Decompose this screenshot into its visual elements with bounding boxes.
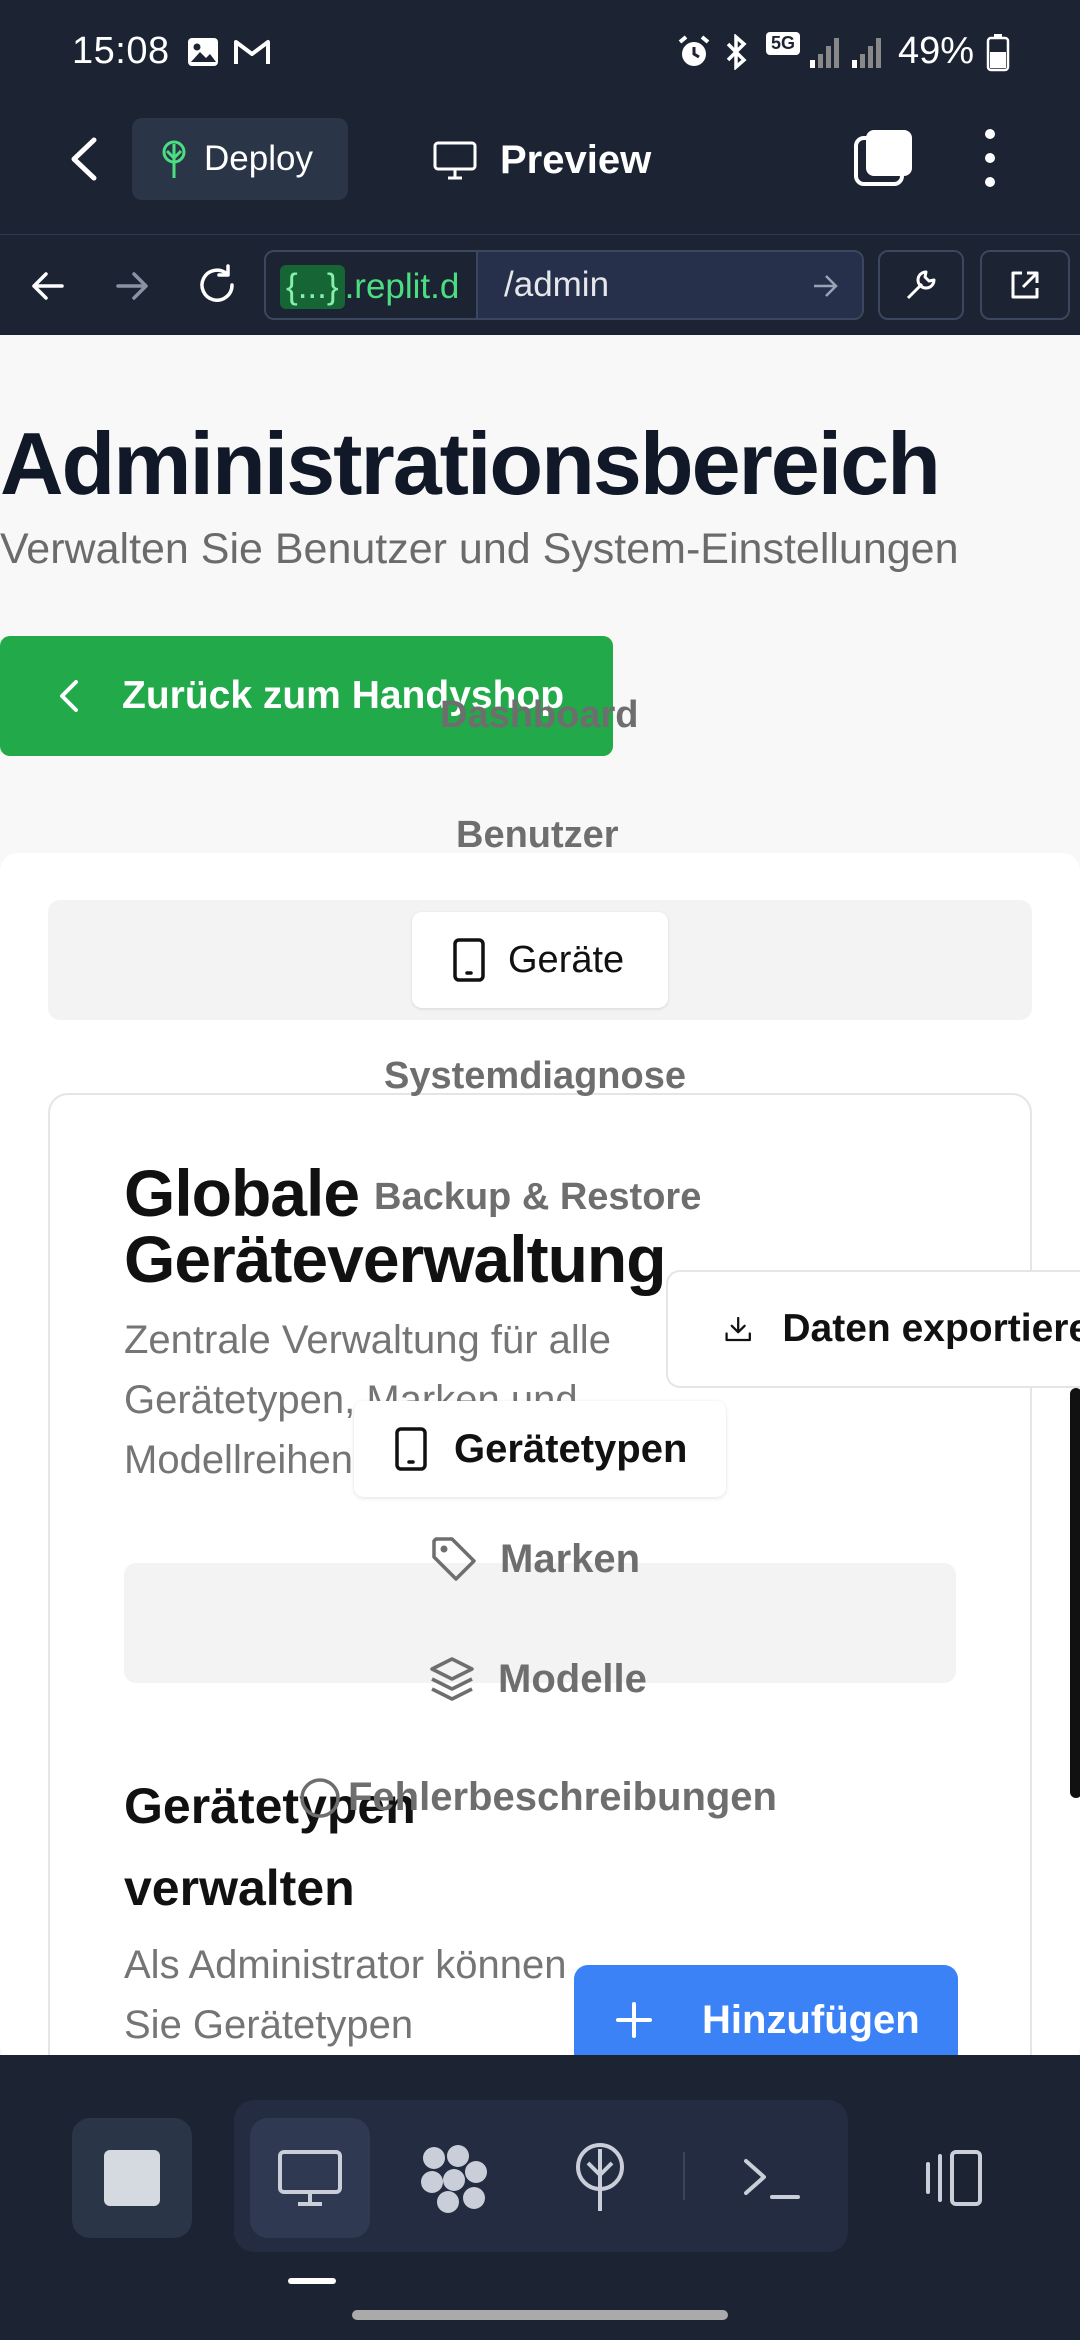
url-host: {...} .replit.d [280, 262, 480, 312]
deploy-icon [162, 140, 186, 178]
stop-icon [104, 2150, 160, 2206]
back-arrow-icon[interactable] [66, 134, 102, 184]
more-menu-icon[interactable] [980, 126, 1000, 190]
panels-tool-button[interactable] [890, 2118, 1010, 2238]
deployments-tool-button[interactable] [540, 2118, 660, 2238]
status-time: 15:08 [72, 30, 170, 72]
url-host-text: .replit.d [344, 267, 460, 306]
subtab-fehlerbeschreibungen[interactable]: Fehlerbeschreibungen [298, 1775, 777, 1820]
url-path-text: /admin [504, 265, 610, 304]
preview-tab[interactable]: Preview [432, 130, 651, 190]
alert-circle-icon [300, 1777, 340, 1818]
plus-icon [616, 2002, 652, 2038]
subtab-marken-label: Marken [500, 1536, 641, 1581]
packages-tool-button[interactable] [394, 2118, 514, 2238]
subtab-fehler-label: Fehlerbeschreibungen [348, 1775, 777, 1819]
replit-badge: {...} [280, 265, 345, 309]
url-path-input[interactable]: /admin [476, 252, 862, 318]
tag-icon [432, 1537, 476, 1581]
page-subtitle: Verwalten Sie Benutzer und System-Einste… [0, 525, 959, 573]
page-title: Administrationsbereich [0, 414, 941, 513]
stop-button[interactable] [72, 2118, 192, 2238]
preview-label: Preview [500, 137, 652, 182]
subtab-geraetetypen[interactable]: Gerätetypen [354, 1401, 726, 1497]
subtab-modelle-label: Modelle [498, 1656, 647, 1701]
web-page: Administrationsbereich Verwalten Sie Ben… [0, 335, 1080, 2055]
monitor-icon [433, 141, 477, 180]
image-notification-icon [188, 38, 218, 66]
url-field[interactable]: {...} .replit.d /admin [264, 250, 864, 320]
tab-geraete[interactable]: Geräte [412, 912, 668, 1008]
active-indicator [288, 2278, 336, 2284]
browser-back-icon[interactable] [28, 266, 68, 306]
signal-icon-1 [810, 38, 839, 68]
status-bar: 15:08 5G 49% [0, 0, 1080, 104]
browser-forward-icon[interactable] [112, 266, 152, 306]
external-link-icon [1011, 271, 1039, 299]
alarm-icon [678, 35, 710, 66]
gmail-icon [234, 40, 270, 64]
add-button[interactable]: Hinzufügen [574, 1965, 958, 2055]
subtab-geraetetypen-label: Gerätetypen [454, 1426, 688, 1471]
open-external-button[interactable] [980, 250, 1070, 320]
monitor-icon [278, 2150, 342, 2206]
battery-percent: 49% [898, 30, 975, 72]
battery-icon [986, 34, 1010, 72]
terminal-icon [744, 2159, 800, 2199]
go-arrow-icon[interactable] [812, 273, 840, 299]
menu-backup-restore[interactable]: Backup & Restore [374, 1176, 701, 1219]
reload-icon[interactable] [194, 262, 240, 308]
phone-icon [395, 1427, 427, 1471]
wrench-icon [906, 270, 936, 300]
devtools-button[interactable] [878, 250, 964, 320]
toolbar-divider [683, 2152, 685, 2200]
phone-icon [453, 938, 485, 982]
chevron-left-icon [60, 680, 78, 712]
shell-tool-button[interactable] [712, 2118, 832, 2238]
deploy-label: Deploy [204, 139, 313, 178]
network-type: 5G [766, 32, 800, 55]
menu-systemdiagnose[interactable]: Systemdiagnose [384, 1055, 686, 1098]
add-label: Hinzufügen [702, 1997, 920, 2042]
replit-extensions-icon [421, 2145, 487, 2213]
signal-icon-2 [852, 38, 881, 68]
section-description: Als Administrator können Sie Gerätetypen [124, 1943, 567, 2047]
layers-icon [430, 1657, 474, 1701]
deploy-button[interactable]: Deploy [132, 118, 348, 200]
bluetooth-icon [726, 34, 747, 70]
webview-tool-button[interactable] [250, 2118, 370, 2238]
export-data-button[interactable]: Daten exportieren [666, 1270, 1080, 1388]
deploy-tree-icon [576, 2143, 624, 2211]
menu-dashboard[interactable]: Dashboard [440, 694, 638, 737]
subtab-marken[interactable]: Marken [430, 1535, 640, 1583]
side-drag-handle[interactable] [1070, 1388, 1080, 1798]
panels-icon [926, 2150, 982, 2206]
5g-icon: 5G [766, 32, 804, 70]
menu-benutzer[interactable]: Benutzer [456, 814, 619, 857]
home-indicator[interactable] [352, 2310, 728, 2320]
subtab-modelle[interactable]: Modelle [428, 1655, 647, 1703]
tab-geraete-label: Geräte [508, 938, 625, 981]
tabs-icon[interactable] [852, 126, 916, 190]
download-icon [725, 1316, 751, 1342]
export-label: Daten exportieren [782, 1307, 1080, 1350]
